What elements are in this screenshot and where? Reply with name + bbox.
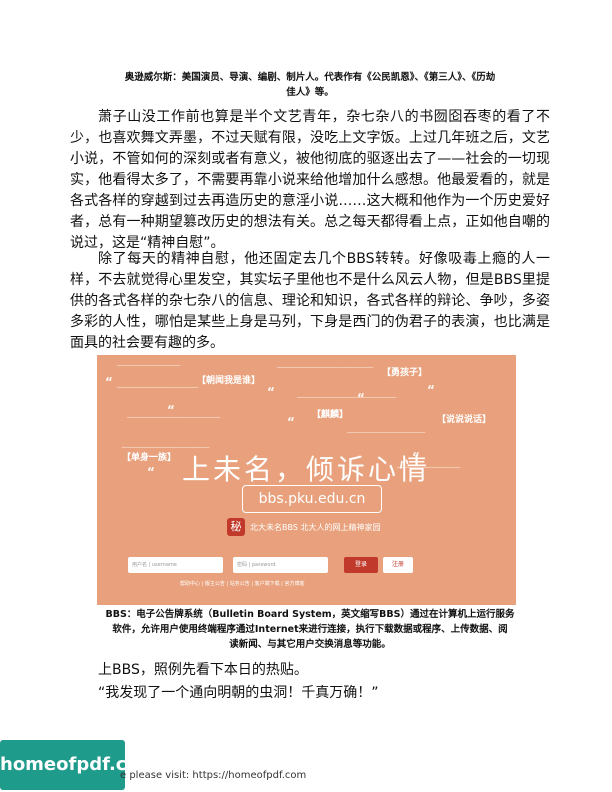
bottom-caption-line1: BBS：电子公告牌系统（Bulletin Board System，英文缩写BB… [105, 609, 515, 620]
register-button: 注册 [383, 557, 413, 573]
bottom-caption-line2: 软件，允许用户使用终端程序通过Internet来进行连接，执行下载数据或程序、上… [112, 624, 508, 635]
bottom-caption: BBS：电子公告牌系统（Bulletin Board System，英文缩写BB… [70, 607, 550, 652]
password-field: 密码 | password [233, 557, 328, 573]
visit-link-text[interactable]: e please visit: https://homeofpdf.com [120, 770, 306, 781]
banner-links: 帮助中心 | 版主公告 | 站务公告 | 客户端下载 | 官方博客 [180, 581, 305, 587]
banner-tag-3: 【麒麟】 [312, 410, 349, 420]
paragraph-1: 萧子山没工作前也算是半个文艺青年，杂七杂八的书囫囵吞枣的看了不少，也喜欢舞文弄墨… [70, 109, 550, 251]
login-button: 登录 [344, 557, 378, 573]
banner-url-text: bbs.pku.edu.cn [258, 491, 366, 507]
top-caption-line2: 佳人》等。 [286, 87, 334, 98]
banner-tag-1: 【朝闻我是谁】 [197, 376, 261, 386]
line-after-1: 上BBS，照例先看下本日的热贴。 [98, 662, 308, 678]
paragraph-2: 除了每天的精神自慰，他还固定去几个BBS转转。好像吸毒上瘾的人一样，不去就觉得心… [70, 251, 550, 351]
banner-url-box: bbs.pku.edu.cn [242, 485, 382, 513]
banner-tag-4: 【说说说话】 [437, 415, 492, 425]
homeofpdf-logo[interactable]: homeofpdf.com [0, 740, 158, 790]
line-after-2: “我发现了一个通向明朝的虫洞！千真万确！” [98, 685, 379, 701]
pku-bbs-logo: 秘 [227, 518, 245, 536]
banner-tag-2: 【勇孩子】 [382, 368, 428, 378]
banner-slogan: 上未名，倾诉心情 [181, 453, 430, 486]
banner-subtitle: 北大未名BBS 北大人的网上精神家园 [250, 523, 381, 532]
top-caption: 奥逊威尔斯：美国演员、导演、编剧、制片人。代表作有《公民凯恩》、《第三人》、《历… [70, 70, 550, 100]
bottom-caption-line3: 读新闻、与其它用户交换消息等功能。 [229, 639, 391, 650]
username-field: 用户名 | username [128, 557, 223, 573]
top-caption-line1: 奥逊威尔斯：美国演员、导演、编剧、制片人。代表作有《公民凯恩》、《第三人》、《历… [124, 72, 496, 83]
